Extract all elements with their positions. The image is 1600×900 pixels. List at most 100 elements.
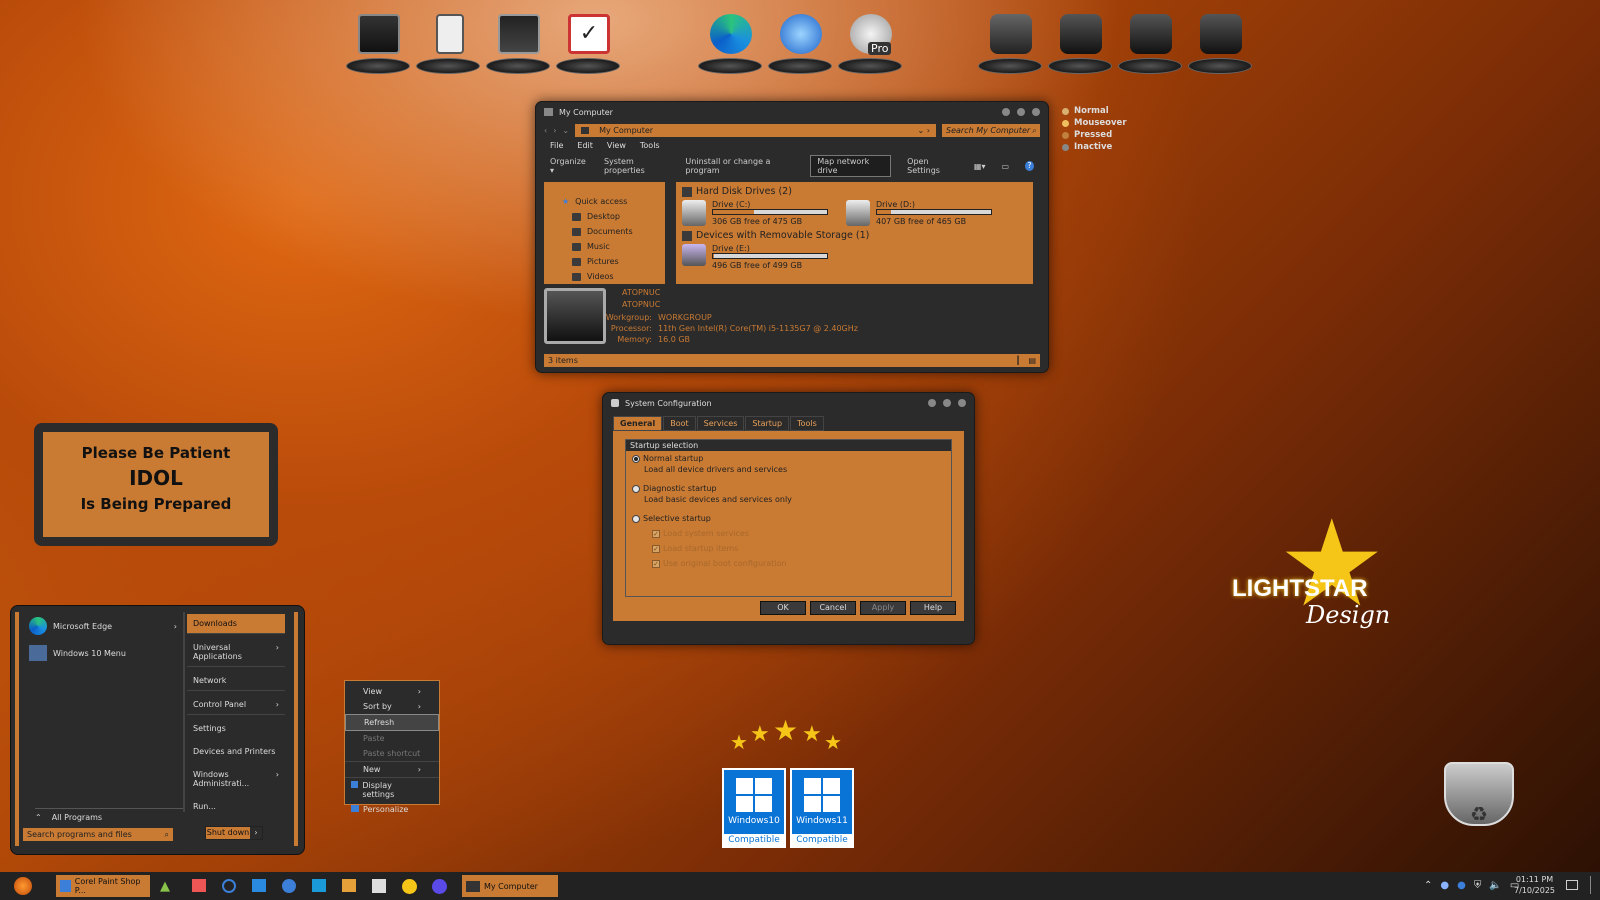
taskbar-icon-4[interactable] <box>252 879 266 892</box>
uninstall-button[interactable]: Uninstall or change a program <box>685 157 794 175</box>
taskbar-icon-9[interactable] <box>402 879 417 894</box>
start-link-network[interactable]: Network <box>187 671 285 691</box>
recycle-bin-icon[interactable]: ♻ <box>1444 762 1516 832</box>
tab-services[interactable]: Services <box>696 416 745 431</box>
start-link-downloads[interactable]: Downloads <box>187 614 285 634</box>
maximize-button[interactable] <box>1017 108 1025 116</box>
satellite-monitor-icon[interactable] <box>486 10 550 74</box>
shutdown-button[interactable]: Shut down › <box>205 826 263 840</box>
start-link-settings[interactable]: Settings <box>187 719 285 738</box>
help-button[interactable]: Help <box>910 601 956 615</box>
chevron-down-icon[interactable]: ⌄ <box>562 126 569 135</box>
drive-item[interactable]: Drive (D:) 407 GB free of 465 GB <box>846 200 992 226</box>
taskbar-icon-2[interactable] <box>192 879 206 892</box>
checklist-icon[interactable]: ✓ <box>556 10 620 74</box>
help-icon[interactable]: ? <box>1025 161 1034 171</box>
normal-startup-radio[interactable]: Normal startup <box>632 454 945 463</box>
tab-startup[interactable]: Startup <box>745 416 790 431</box>
tab-general[interactable]: General <box>613 416 663 431</box>
menu-file[interactable]: File <box>550 141 563 150</box>
taskbar-icon-3[interactable] <box>222 879 236 893</box>
taskbar-icon-1[interactable]: ▲ <box>160 879 170 894</box>
diagnostic-startup-radio[interactable]: Diagnostic startup <box>632 484 945 493</box>
ctx-new[interactable]: New › <box>345 761 439 777</box>
menu-tools[interactable]: Tools <box>640 141 660 150</box>
volume-icon[interactable]: 🔈 <box>1489 880 1501 891</box>
content-scrollbar[interactable] <box>1033 182 1040 284</box>
organize-button[interactable]: Organize ▾ <box>550 157 588 175</box>
drive-icon[interactable] <box>1048 10 1112 74</box>
tray-overflow-icon[interactable]: ⌃ <box>1424 880 1432 891</box>
start-link-devices-printers[interactable]: Devices and Printers <box>187 742 285 761</box>
selective-startup-radio[interactable]: Selective startup <box>632 514 945 523</box>
drive-item[interactable]: Drive (E:) 496 GB free of 499 GB <box>682 244 1034 270</box>
ctx-sort-by[interactable]: Sort by › <box>345 699 439 714</box>
start-link-control-panel[interactable]: Control Panel › <box>187 695 285 715</box>
taskbar-icon-7[interactable] <box>342 879 356 892</box>
search-input[interactable]: Search My Computer ⌕ <box>942 124 1040 137</box>
clipboard-icon[interactable] <box>416 10 480 74</box>
all-programs-button[interactable]: ⌃ All Programs <box>35 808 183 822</box>
group-header-hdd[interactable]: Hard Disk Drives (2) <box>682 186 1034 197</box>
tab-boot[interactable]: Boot <box>663 416 696 431</box>
map-network-drive-button[interactable]: Map network drive <box>810 155 892 177</box>
tray-app-icon[interactable]: ● <box>1440 880 1449 891</box>
google-earth-pro-icon[interactable]: Pro <box>838 10 902 74</box>
details-view-icon[interactable]: ┃ <box>1016 356 1021 365</box>
load-services-checkbox[interactable]: ✓ Load system services <box>652 529 945 538</box>
taskbar-icon-10[interactable] <box>432 879 447 894</box>
open-settings-button[interactable]: Open Settings <box>907 157 958 175</box>
start-link-universal-apps[interactable]: Universal Applications › <box>187 638 285 667</box>
drive-item[interactable]: Drive (C:) 306 GB free of 475 GB <box>682 200 828 226</box>
show-desktop-button[interactable] <box>1590 876 1591 894</box>
ctx-paste-shortcut[interactable]: Paste shortcut <box>345 746 439 761</box>
taskbar-icon-8[interactable] <box>372 879 386 893</box>
load-startup-items-checkbox[interactable]: ✓ Load startup items <box>652 544 945 553</box>
sysconfig-titlebar[interactable]: System Configuration <box>603 393 974 413</box>
ok-button[interactable]: OK <box>760 601 806 615</box>
chevron-right-icon[interactable]: › <box>250 827 262 839</box>
ctx-view[interactable]: View › <box>345 684 439 699</box>
edge-icon[interactable] <box>698 10 762 74</box>
group-header-removable[interactable]: Devices with Removable Storage (1) <box>682 230 1034 241</box>
preview-pane-icon[interactable]: ▭ <box>1001 162 1009 171</box>
shield-icon[interactable]: ⛨ <box>1474 880 1482 891</box>
start-link-windows-admin[interactable]: Windows Administrati... › <box>187 765 285 793</box>
minimize-button[interactable] <box>1002 108 1010 116</box>
ctx-paste[interactable]: Paste <box>345 731 439 746</box>
view-options-icon[interactable]: ▦▾ <box>974 162 986 171</box>
original-boot-config-checkbox[interactable]: ✓ Use original boot configuration <box>652 559 945 568</box>
apply-button[interactable]: Apply <box>860 601 906 615</box>
nav-pictures[interactable]: Pictures <box>544 254 672 269</box>
ctx-refresh[interactable]: Refresh <box>345 714 439 731</box>
camera-drive-icon[interactable] <box>978 10 1042 74</box>
monitor-icon[interactable] <box>346 10 410 74</box>
cancel-button[interactable]: Cancel <box>810 601 856 615</box>
tab-tools[interactable]: Tools <box>790 416 824 431</box>
taskbar-icon-5[interactable] <box>282 879 296 893</box>
explorer-titlebar[interactable]: My Computer <box>536 102 1048 122</box>
menu-view[interactable]: View <box>607 141 626 150</box>
system-properties-button[interactable]: System properties <box>604 157 669 175</box>
close-button[interactable] <box>1032 108 1040 116</box>
start-item-edge[interactable]: Microsoft Edge › <box>23 612 183 640</box>
minimize-button[interactable] <box>928 399 936 407</box>
taskbar-app-paintshop[interactable]: Corel Paint Shop P... <box>56 875 150 897</box>
taskbar-icon-6[interactable] <box>312 879 326 892</box>
start-link-run[interactable]: Run... <box>187 797 285 816</box>
taskbar-app-my-computer[interactable]: My Computer <box>462 875 558 897</box>
forward-icon[interactable]: › <box>553 126 556 135</box>
nav-quick-access[interactable]: ★ Quick access <box>544 194 672 209</box>
address-bar[interactable]: My Computer ⌄ › <box>575 124 936 137</box>
start-button[interactable] <box>14 877 32 895</box>
ctx-display-settings[interactable]: Display settings <box>345 777 439 802</box>
thunderbird-icon[interactable] <box>768 10 832 74</box>
start-search-input[interactable]: Search programs and files ⌕ <box>23 828 173 841</box>
start-item-win10-menu[interactable]: Windows 10 Menu <box>23 640 183 666</box>
ctx-personalize[interactable]: Personalize <box>345 802 439 817</box>
nav-scrollbar[interactable] <box>665 182 672 284</box>
nav-music[interactable]: Music <box>544 239 672 254</box>
notification-icon[interactable] <box>1566 880 1578 890</box>
drive-icon[interactable] <box>1118 10 1182 74</box>
drive-icon[interactable] <box>1188 10 1252 74</box>
